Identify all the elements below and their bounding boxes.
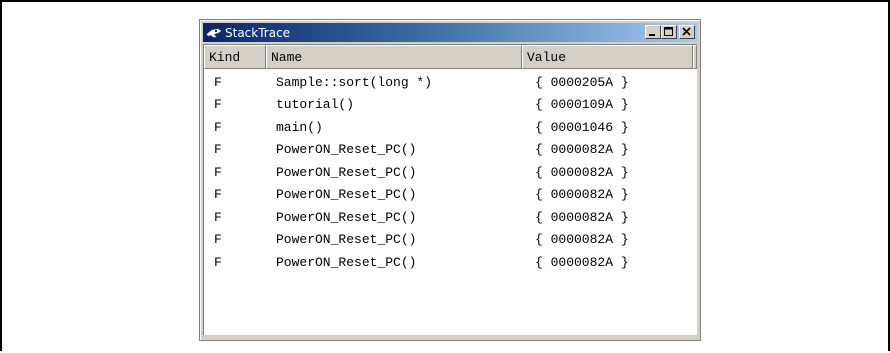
cell-kind: F — [214, 119, 222, 135]
window-title: StackTrace — [225, 25, 291, 40]
cell-value: { 0000082A } — [535, 232, 629, 248]
column-header-name[interactable]: Name — [266, 45, 522, 69]
table-row[interactable]: F PowerON_Reset_PC() { 0000082A } — [204, 206, 697, 229]
cell-value: { 0000082A } — [535, 187, 629, 203]
cell-value: { 0000109A } — [535, 97, 629, 113]
window-controls — [645, 25, 695, 39]
cell-name: PowerON_Reset_PC() — [276, 164, 417, 180]
maximize-button[interactable] — [661, 25, 677, 39]
cell-name: PowerON_Reset_PC() — [276, 209, 417, 225]
cell-name: PowerON_Reset_PC() — [276, 232, 417, 248]
column-header-kind[interactable]: Kind — [204, 45, 266, 69]
cell-value: { 0000082A } — [535, 254, 629, 270]
cell-kind: F — [214, 187, 222, 203]
close-icon — [682, 27, 691, 36]
table-row[interactable]: F PowerON_Reset_PC() { 0000082A } — [204, 161, 697, 184]
cell-value: { 0000082A } — [535, 209, 629, 225]
rows: F Sample::sort(long *) { 0000205A } F tu… — [204, 71, 697, 274]
cell-kind: F — [214, 97, 222, 113]
cell-kind: F — [214, 232, 222, 248]
maximize-icon — [664, 27, 673, 36]
column-header: Kind Name Value — [204, 45, 697, 69]
cell-name: PowerON_Reset_PC() — [276, 254, 417, 270]
cell-name: PowerON_Reset_PC() — [276, 187, 417, 203]
column-header-filler — [693, 45, 697, 69]
stacktrace-icon — [206, 25, 222, 41]
cell-name: PowerON_Reset_PC() — [276, 142, 417, 158]
table-row[interactable]: F main() { 00001046 } — [204, 116, 697, 139]
table-row[interactable]: F Sample::sort(long *) { 0000205A } — [204, 71, 697, 94]
close-button[interactable] — [679, 25, 695, 39]
table-row[interactable]: F PowerON_Reset_PC() { 0000082A } — [204, 139, 697, 162]
table-row[interactable]: F PowerON_Reset_PC() { 0000082A } — [204, 229, 697, 252]
title-bar[interactable]: StackTrace — [203, 23, 697, 42]
cell-name: main() — [276, 119, 323, 135]
cell-kind: F — [214, 209, 222, 225]
table-row[interactable]: F tutorial() { 0000109A } — [204, 94, 697, 117]
stacktrace-list[interactable]: Kind Name Value F Sample::sort(long *) {… — [203, 44, 697, 335]
table-row[interactable]: F PowerON_Reset_PC() { 0000082A } — [204, 251, 697, 274]
cell-kind: F — [214, 74, 222, 90]
cell-name: tutorial() — [276, 97, 355, 113]
cell-value: { 0000205A } — [535, 74, 629, 90]
cell-kind: F — [214, 142, 222, 158]
cell-value: { 0000082A } — [535, 164, 629, 180]
cell-name: Sample::sort(long *) — [276, 74, 433, 90]
cell-value: { 0000082A } — [535, 142, 629, 158]
column-header-value[interactable]: Value — [522, 45, 693, 69]
minimize-icon — [649, 34, 655, 36]
minimize-button[interactable] — [645, 25, 661, 39]
cell-kind: F — [214, 164, 222, 180]
stacktrace-window: StackTrace Kind Name Value F Sample::sor… — [199, 19, 701, 341]
table-row[interactable]: F PowerON_Reset_PC() { 0000082A } — [204, 184, 697, 207]
cell-kind: F — [214, 254, 222, 270]
cell-value: { 00001046 } — [535, 119, 629, 135]
